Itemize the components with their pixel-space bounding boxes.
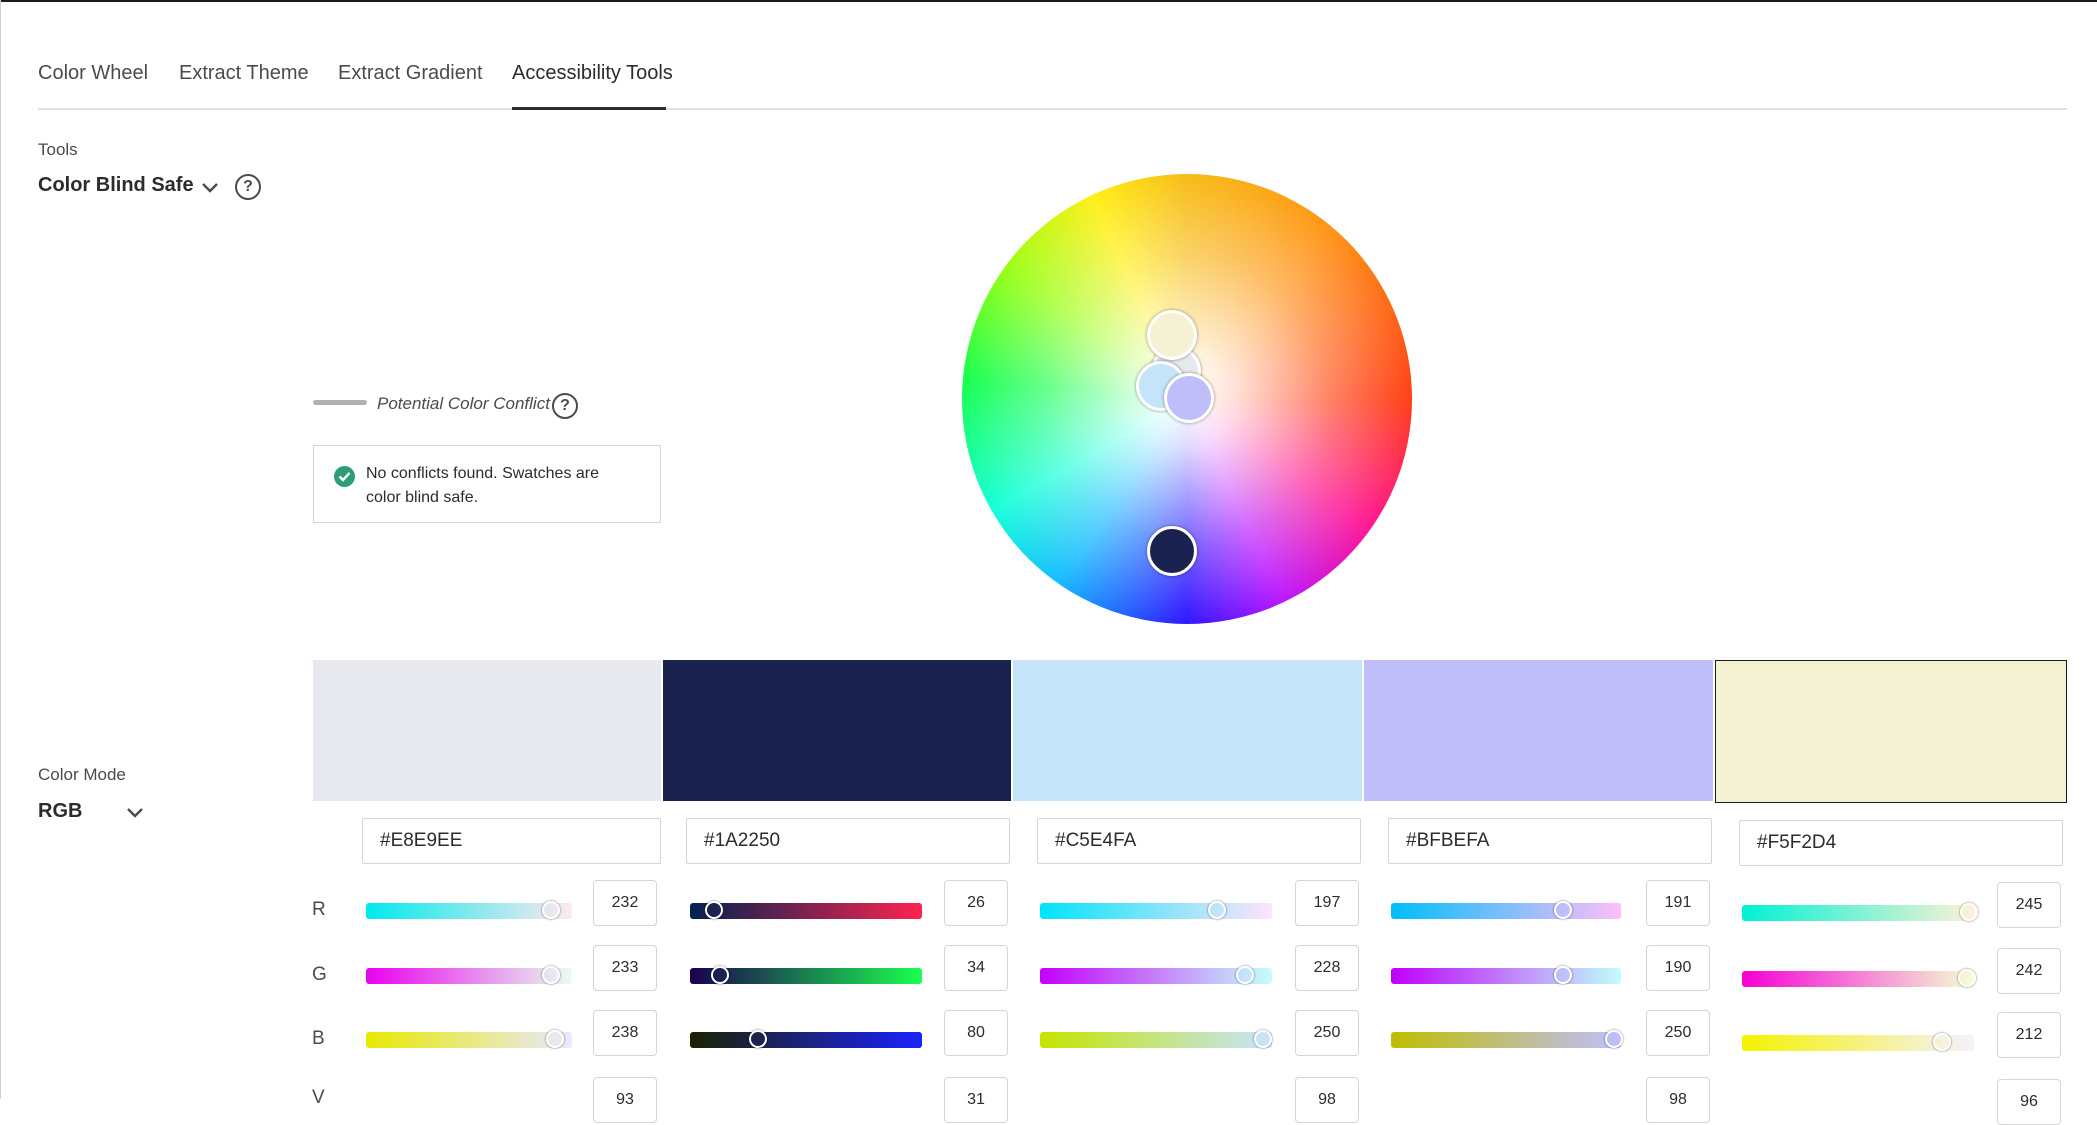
value-r-2[interactable]: 26 bbox=[944, 880, 1008, 926]
slider-r-3[interactable] bbox=[1040, 901, 1272, 919]
hex-field-4[interactable]: #BFBEFA bbox=[1388, 818, 1712, 864]
hex-field-2[interactable]: #1A2250 bbox=[686, 818, 1010, 864]
wheel-marker-2[interactable] bbox=[1147, 526, 1197, 576]
hex-field-1[interactable]: #E8E9EE bbox=[362, 818, 661, 864]
chevron-down-icon[interactable] bbox=[124, 801, 146, 823]
swatch-2[interactable] bbox=[663, 660, 1011, 801]
color-wheel[interactable] bbox=[962, 174, 1412, 624]
slider-thumb[interactable] bbox=[1554, 901, 1572, 919]
channel-label-b: B bbox=[312, 1028, 325, 1049]
swatch-3[interactable] bbox=[1013, 660, 1362, 801]
value-v-4[interactable]: 98 bbox=[1646, 1077, 1710, 1123]
swatch-5-active[interactable] bbox=[1715, 660, 2067, 803]
swatch-1[interactable] bbox=[313, 660, 661, 801]
channel-label-v: V bbox=[312, 1087, 325, 1108]
tab-extract-theme[interactable]: Extract Theme bbox=[179, 62, 309, 85]
tab-extract-gradient[interactable]: Extract Gradient bbox=[338, 62, 483, 85]
conflict-legend-label: Potential Color Conflict bbox=[377, 394, 550, 413]
slider-g-4[interactable] bbox=[1391, 966, 1621, 984]
value-b-4[interactable]: 250 bbox=[1646, 1010, 1710, 1056]
channel-label-g: G bbox=[312, 964, 327, 985]
slider-b-4[interactable] bbox=[1391, 1030, 1623, 1048]
conflict-status-text: No conflicts found. Swatches are color b… bbox=[366, 465, 600, 506]
check-circle-icon bbox=[334, 466, 355, 487]
wheel-marker-5[interactable] bbox=[1147, 310, 1197, 360]
slider-thumb[interactable] bbox=[542, 901, 560, 919]
tab-bar-divider bbox=[38, 108, 2067, 110]
value-b-5[interactable]: 212 bbox=[1997, 1012, 2061, 1058]
slider-thumb[interactable] bbox=[1236, 966, 1254, 984]
tab-accessibility-tools[interactable]: Accessibility Tools bbox=[512, 62, 673, 85]
hex-field-3[interactable]: #C5E4FA bbox=[1037, 818, 1361, 864]
wheel-marker-4[interactable] bbox=[1164, 373, 1214, 423]
slider-thumb[interactable] bbox=[1958, 969, 1976, 987]
slider-r-1[interactable] bbox=[366, 901, 572, 919]
slider-thumb[interactable] bbox=[705, 901, 723, 919]
channel-label-r: R bbox=[312, 899, 326, 920]
value-v-1[interactable]: 93 bbox=[593, 1077, 657, 1123]
color-mode-picker[interactable]: RGB bbox=[38, 800, 82, 823]
tab-color-wheel[interactable]: Color Wheel bbox=[38, 62, 148, 85]
slider-thumb[interactable] bbox=[1208, 901, 1226, 919]
value-g-2[interactable]: 34 bbox=[944, 945, 1008, 991]
conflict-status-box: No conflicts found. Swatches are color b… bbox=[313, 445, 661, 523]
slider-thumb[interactable] bbox=[1933, 1033, 1951, 1051]
slider-thumb[interactable] bbox=[542, 966, 560, 984]
slider-thumb[interactable] bbox=[546, 1030, 564, 1048]
value-b-2[interactable]: 80 bbox=[944, 1010, 1008, 1056]
slider-b-5[interactable] bbox=[1742, 1033, 1974, 1051]
slider-b-3[interactable] bbox=[1040, 1030, 1272, 1048]
slider-thumb[interactable] bbox=[1605, 1030, 1623, 1048]
tools-picker[interactable]: Color Blind Safe bbox=[38, 174, 194, 197]
swatch-4[interactable] bbox=[1364, 660, 1713, 801]
value-v-2[interactable]: 31 bbox=[944, 1077, 1008, 1123]
value-r-1[interactable]: 232 bbox=[593, 880, 657, 926]
slider-b-2[interactable] bbox=[690, 1030, 922, 1048]
help-icon[interactable]: ? bbox=[235, 174, 261, 200]
color-mode-label: Color Mode bbox=[38, 765, 126, 784]
slider-thumb[interactable] bbox=[711, 966, 729, 984]
slider-r-2[interactable] bbox=[690, 901, 922, 919]
slider-r-5[interactable] bbox=[1742, 903, 1978, 921]
conflict-help-icon[interactable]: ? bbox=[552, 393, 578, 419]
slider-g-5[interactable] bbox=[1742, 969, 1976, 987]
slider-g-1[interactable] bbox=[366, 966, 572, 984]
value-v-3[interactable]: 98 bbox=[1295, 1077, 1359, 1123]
conflict-line-legend bbox=[313, 400, 367, 405]
value-v-5[interactable]: 96 bbox=[1997, 1079, 2061, 1125]
slider-r-4[interactable] bbox=[1391, 901, 1621, 919]
window-left-border bbox=[0, 0, 1, 1099]
slider-b-1[interactable] bbox=[366, 1030, 572, 1048]
slider-thumb[interactable] bbox=[1554, 966, 1572, 984]
active-tab-indicator bbox=[512, 107, 666, 110]
value-r-3[interactable]: 197 bbox=[1295, 880, 1359, 926]
value-r-5[interactable]: 245 bbox=[1997, 882, 2061, 928]
slider-thumb[interactable] bbox=[1960, 903, 1978, 921]
chevron-down-icon[interactable] bbox=[199, 176, 221, 198]
slider-g-3[interactable] bbox=[1040, 966, 1272, 984]
tools-label: Tools bbox=[38, 140, 78, 159]
slider-thumb[interactable] bbox=[1254, 1030, 1272, 1048]
value-g-4[interactable]: 190 bbox=[1646, 945, 1710, 991]
value-b-3[interactable]: 250 bbox=[1295, 1010, 1359, 1056]
value-b-1[interactable]: 238 bbox=[593, 1010, 657, 1056]
value-g-1[interactable]: 233 bbox=[593, 945, 657, 991]
value-r-4[interactable]: 191 bbox=[1646, 880, 1710, 926]
slider-g-2[interactable] bbox=[690, 966, 922, 984]
value-g-3[interactable]: 228 bbox=[1295, 945, 1359, 991]
window-top-border bbox=[0, 0, 2097, 2]
value-g-5[interactable]: 242 bbox=[1997, 948, 2061, 994]
hex-field-5[interactable]: #F5F2D4 bbox=[1739, 820, 2063, 866]
slider-thumb[interactable] bbox=[749, 1030, 767, 1048]
